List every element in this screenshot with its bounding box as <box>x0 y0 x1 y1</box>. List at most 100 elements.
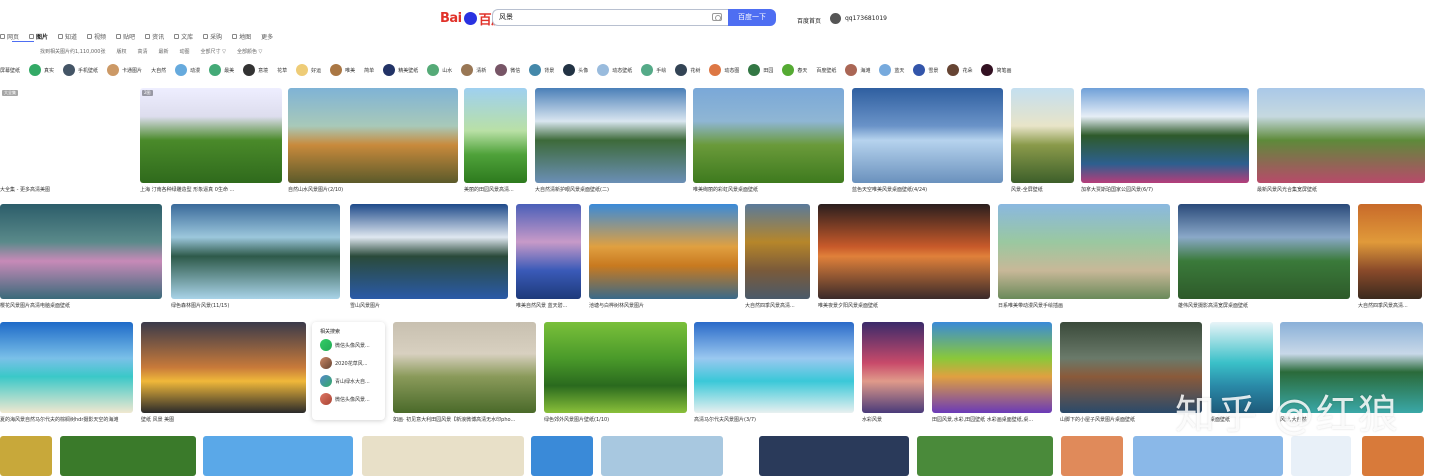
result-image[interactable] <box>589 204 738 299</box>
image-caption[interactable]: 加拿大贾斯珀国家公园风景(6/7) <box>1081 186 1249 193</box>
result-image[interactable] <box>1061 436 1123 476</box>
result-image[interactable] <box>393 322 536 413</box>
result-image[interactable] <box>693 88 844 183</box>
tab-map[interactable]: 地图 <box>232 30 251 42</box>
result-image[interactable] <box>0 322 133 413</box>
related-item[interactable]: 微信头像风景... <box>320 393 377 405</box>
chip-6[interactable]: 最美 <box>209 64 234 77</box>
image-caption[interactable]: 如画· 初见意大利田园风景【新浪微博高清无水印pho... <box>393 416 536 423</box>
result-image[interactable] <box>535 88 686 183</box>
result-image[interactable] <box>862 322 924 413</box>
result-image[interactable] <box>1133 436 1283 476</box>
chip-16[interactable]: 背景 <box>529 64 554 77</box>
related-item[interactable]: 青山绿水大自... <box>320 375 377 387</box>
result-image[interactable] <box>350 204 508 299</box>
user-menu[interactable]: qq173681019 <box>830 13 887 24</box>
image-caption[interactable]: 壁纸 风景 美图 <box>141 416 306 423</box>
search-button[interactable]: 百度一下 <box>728 9 776 26</box>
chip-25[interactable]: 海滩 <box>845 64 870 77</box>
result-image[interactable] <box>1081 88 1249 183</box>
result-image[interactable] <box>0 204 162 299</box>
result-image[interactable] <box>362 436 524 476</box>
tab-video[interactable]: 视频 <box>87 30 106 42</box>
image-caption[interactable]: 风景-全屏壁纸 <box>1011 186 1074 193</box>
chip-12[interactable]: 精美壁纸 <box>383 64 418 77</box>
camera-icon[interactable] <box>712 13 722 21</box>
image-caption[interactable]: 自然山水风景图片(2/10) <box>288 186 458 193</box>
chip-27[interactable]: 雪景 <box>913 64 938 77</box>
chip-1[interactable]: 真实 <box>29 64 54 77</box>
tab-wenku[interactable]: 文库 <box>174 30 193 42</box>
chip-18[interactable]: 动态壁纸 <box>597 64 632 77</box>
result-image[interactable] <box>141 322 306 413</box>
image-caption[interactable]: 池塘与白桦树林风景图片 <box>589 302 738 309</box>
chip-22[interactable]: 田园 <box>748 64 773 77</box>
result-image[interactable] <box>745 204 810 299</box>
image-caption[interactable]: 唯美绚丽的彩虹风景桌面壁纸 <box>693 186 844 193</box>
result-image[interactable] <box>998 204 1170 299</box>
chip-4[interactable]: 大自然 <box>151 64 166 77</box>
tab-tieba[interactable]: 贴吧 <box>116 30 135 42</box>
result-image[interactable] <box>60 436 196 476</box>
result-image[interactable] <box>932 322 1052 413</box>
related-item[interactable]: 2020花草风... <box>320 357 377 369</box>
image-caption[interactable]: 田园风景,水彩,田园壁纸 水彩画桌面壁纸,桌... <box>932 416 1052 423</box>
image-caption[interactable]: 高清马尔代夫风景图片(3/7) <box>694 416 854 423</box>
filter-latest[interactable]: 最新 <box>158 48 168 56</box>
image-caption[interactable]: 上海 汀南各种绿雕造型 形象逼真 0生命 ... <box>140 186 282 193</box>
chip-13[interactable]: 山水 <box>427 64 452 77</box>
result-image[interactable] <box>852 88 1003 183</box>
chip-10[interactable]: 唯美 <box>330 64 355 77</box>
chip-21[interactable]: 动态图 <box>709 64 739 77</box>
related-item[interactable]: 微信头像风景... <box>320 339 377 351</box>
result-image[interactable]: 2图 <box>140 88 282 183</box>
result-image[interactable] <box>171 204 340 299</box>
result-image[interactable] <box>544 322 687 413</box>
result-image[interactable] <box>601 436 723 476</box>
result-image[interactable] <box>0 436 52 476</box>
result-image[interactable] <box>203 436 353 476</box>
result-image[interactable] <box>464 88 527 183</box>
image-caption[interactable]: 日系唯美带动漫风景手绘插画 <box>998 302 1170 309</box>
chip-2[interactable]: 手机壁纸 <box>63 64 98 77</box>
chip-19[interactable]: 手绘 <box>641 64 666 77</box>
result-image[interactable] <box>818 204 990 299</box>
image-caption[interactable]: 大自然四季风景高清... <box>745 302 810 309</box>
tab-purchase[interactable]: 采购 <box>203 30 222 42</box>
baidu-home-link[interactable]: 百度首页 <box>797 16 821 25</box>
image-caption[interactable]: 大全集 - 更多高清美图 <box>0 186 132 193</box>
filter-color-dropdown[interactable]: 全部颜色 ▽ <box>237 48 262 56</box>
image-caption[interactable]: 绿色森林图片风景(11/15) <box>171 302 340 309</box>
chip-29[interactable]: 简笔画 <box>981 64 1011 77</box>
result-image[interactable] <box>1362 436 1424 476</box>
image-caption[interactable]: 唯美夜景夕阳风景桌面壁纸 <box>818 302 990 309</box>
chip-9[interactable]: 好运 <box>296 64 321 77</box>
chip-24[interactable]: 百度壁纸 <box>816 64 836 77</box>
chip-0[interactable]: 屏幕壁纸 <box>0 64 20 77</box>
image-caption[interactable]: 夏的海风景自然马尔代夫的棕榈树hdr摄影天空的海滩 <box>0 416 133 423</box>
image-caption[interactable]: 蓝色天空唯美风景桌面壁纸(4/24) <box>852 186 1003 193</box>
search-input[interactable]: 风景 <box>492 9 728 26</box>
tab-more[interactable]: 更多 <box>261 30 273 42</box>
chip-17[interactable]: 头像 <box>563 64 588 77</box>
result-image[interactable] <box>1257 88 1425 183</box>
image-caption[interactable]: 水彩风景 <box>862 416 924 423</box>
image-caption[interactable]: 最新风景风光合集宽屏壁纸 <box>1257 186 1425 193</box>
result-image[interactable] <box>917 436 1053 476</box>
image-caption[interactable]: 大自然清新护眼风景桌面壁纸(二) <box>535 186 686 193</box>
filter-size-dropdown[interactable]: 全部尺寸 ▽ <box>201 48 226 56</box>
tab-news[interactable]: 资讯 <box>145 30 164 42</box>
image-caption[interactable]: 雄伟风景摄影高清宽屏桌面壁纸 <box>1178 302 1350 309</box>
chip-5[interactable]: 动漫 <box>175 64 200 77</box>
image-caption[interactable]: 美丽的田园风景高清... <box>464 186 527 193</box>
result-image[interactable] <box>694 322 854 413</box>
result-image[interactable]: 大全集 <box>0 88 132 183</box>
chip-23[interactable]: 春天 <box>782 64 807 77</box>
username[interactable]: qq173681019 <box>845 15 887 22</box>
image-caption[interactable]: 绿色郊外风景图片壁纸(1/10) <box>544 416 687 423</box>
chip-7[interactable]: 意境 <box>243 64 268 77</box>
chip-14[interactable]: 清新 <box>461 64 486 77</box>
tab-zhidao[interactable]: 知道 <box>58 30 77 42</box>
result-image[interactable] <box>1011 88 1074 183</box>
image-caption[interactable]: 唯美自然风景 蓝天碧... <box>516 302 581 309</box>
